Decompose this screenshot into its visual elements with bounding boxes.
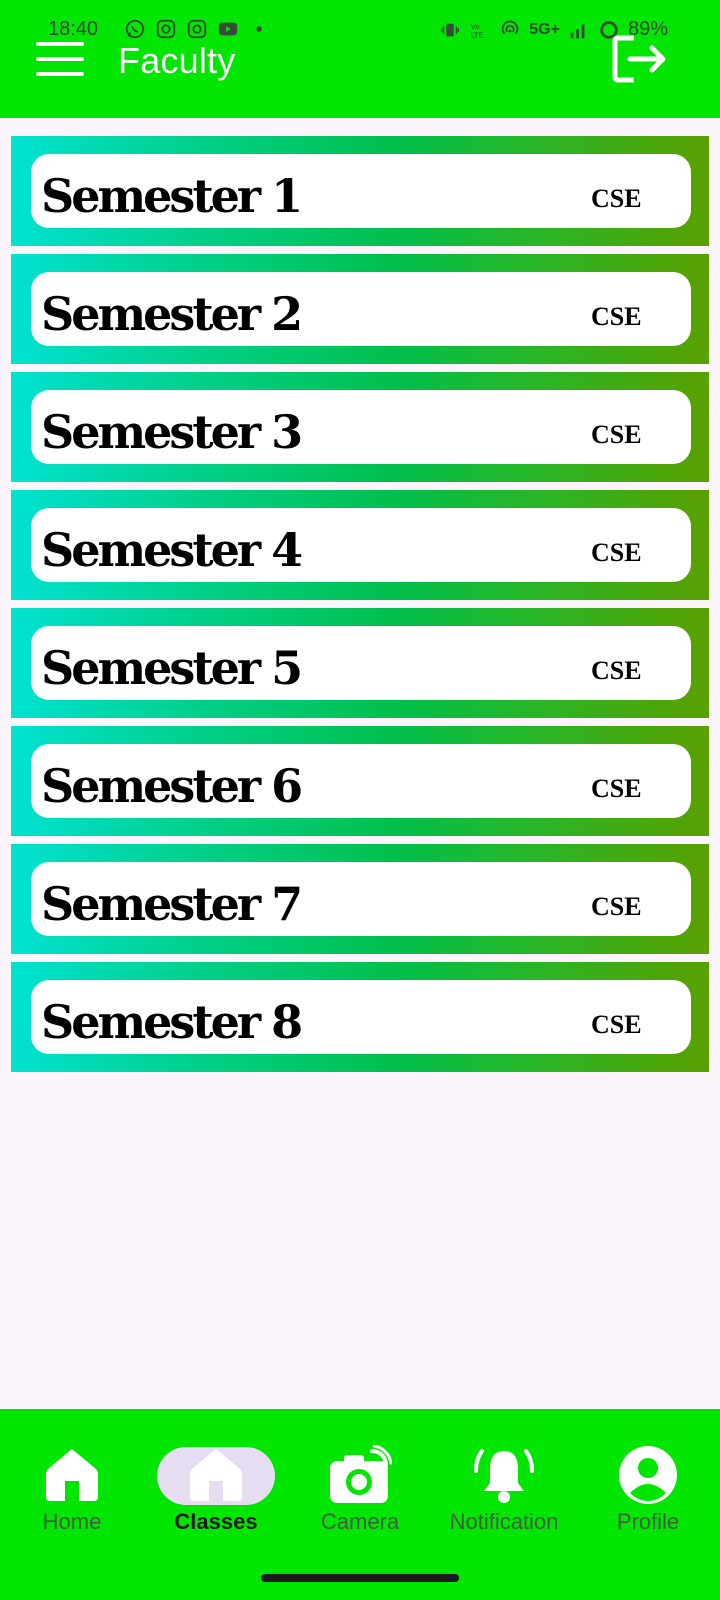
home-indicator[interactable] [261, 1574, 459, 1582]
signal-icon [570, 24, 585, 38]
dot-icon [256, 26, 262, 32]
nav-classes[interactable]: Classes [144, 1431, 288, 1541]
semester-card-3[interactable]: Semester 3 CSE [11, 372, 709, 482]
semester-card-inner: Semester 8 CSE [31, 980, 691, 1054]
status-time: 18:40 [48, 18, 99, 40]
semester-card-8[interactable]: Semester 8 CSE [11, 962, 709, 1072]
semester-title: Semester 7 [41, 877, 303, 931]
nav-notification[interactable]: Notification [432, 1431, 576, 1541]
youtube-icon [218, 22, 238, 36]
semester-card-inner: Semester 7 CSE [31, 862, 691, 936]
menu-button[interactable] [36, 42, 84, 76]
volte-icon: VoLTE [471, 22, 484, 39]
semester-dept: CSE [591, 892, 642, 921]
logout-icon[interactable] [612, 34, 668, 84]
semester-card-inner: Semester 1 CSE [31, 154, 691, 228]
semester-card-1[interactable]: Semester 1 CSE [11, 136, 709, 246]
semester-title: Semester 8 [41, 995, 303, 1049]
nav-profile[interactable]: Profile [576, 1431, 720, 1541]
network-type: 5G+ [529, 20, 560, 38]
nav-label: Home [42, 1509, 102, 1534]
app-bar: 18:40 Vo LTE 5G+ 89% Faculty [0, 0, 720, 118]
nav-label: Profile [616, 1509, 680, 1534]
nav-label: Classes [174, 1509, 258, 1534]
semester-title: Semester 4 [41, 523, 303, 577]
semester-title: Semester 6 [41, 759, 303, 813]
semester-card-7[interactable]: Semester 7 CSE [11, 844, 709, 954]
camera-icon [330, 1445, 392, 1503]
classes-icon [190, 1449, 242, 1501]
notification-icon [474, 1449, 534, 1503]
semester-title: Semester 2 [41, 287, 303, 341]
semester-dept: CSE [591, 302, 642, 331]
whatsapp-icon [125, 19, 145, 39]
semester-card-inner: Semester 2 CSE [31, 272, 691, 346]
semester-title: Semester 5 [41, 641, 303, 695]
hamburger-icon [36, 42, 84, 46]
semester-dept: CSE [591, 420, 642, 449]
page-title: Faculty [118, 40, 236, 81]
status-app-icons [124, 18, 270, 40]
semester-dept: CSE [591, 656, 642, 685]
semester-card-inner: Semester 5 CSE [31, 626, 691, 700]
nav-home[interactable]: Home [0, 1431, 144, 1541]
bottom-navigation: Home Classes Camera Notification Profile [0, 1409, 720, 1600]
nav-camera[interactable]: Camera [288, 1431, 432, 1541]
semester-dept: CSE [591, 1010, 642, 1039]
semester-title: Semester 3 [41, 405, 303, 459]
home-icon [46, 1449, 98, 1501]
profile-icon [619, 1446, 677, 1504]
semester-dept: CSE [591, 538, 642, 567]
semester-card-6[interactable]: Semester 6 CSE [11, 726, 709, 836]
semester-dept: CSE [591, 184, 642, 213]
semester-card-4[interactable]: Semester 4 CSE [11, 490, 709, 600]
semester-card-2[interactable]: Semester 2 CSE [11, 254, 709, 364]
semester-card-inner: Semester 4 CSE [31, 508, 691, 582]
semester-title: Semester 1 [41, 169, 303, 223]
vibrate-icon [441, 23, 460, 36]
hotspot-icon [502, 20, 519, 34]
nav-label: Camera [320, 1509, 400, 1534]
semester-dept: CSE [591, 774, 642, 803]
instagram-icon [187, 19, 207, 39]
semester-card-inner: Semester 6 CSE [31, 744, 691, 818]
svg-text:LTE: LTE [471, 30, 484, 39]
semester-card-5[interactable]: Semester 5 CSE [11, 608, 709, 718]
nav-label: Notification [449, 1509, 559, 1534]
instagram-icon [156, 19, 176, 39]
semester-list: Semester 1 CSE Semester 2 CSE Semester 3… [11, 136, 709, 1080]
semester-card-inner: Semester 3 CSE [31, 390, 691, 464]
